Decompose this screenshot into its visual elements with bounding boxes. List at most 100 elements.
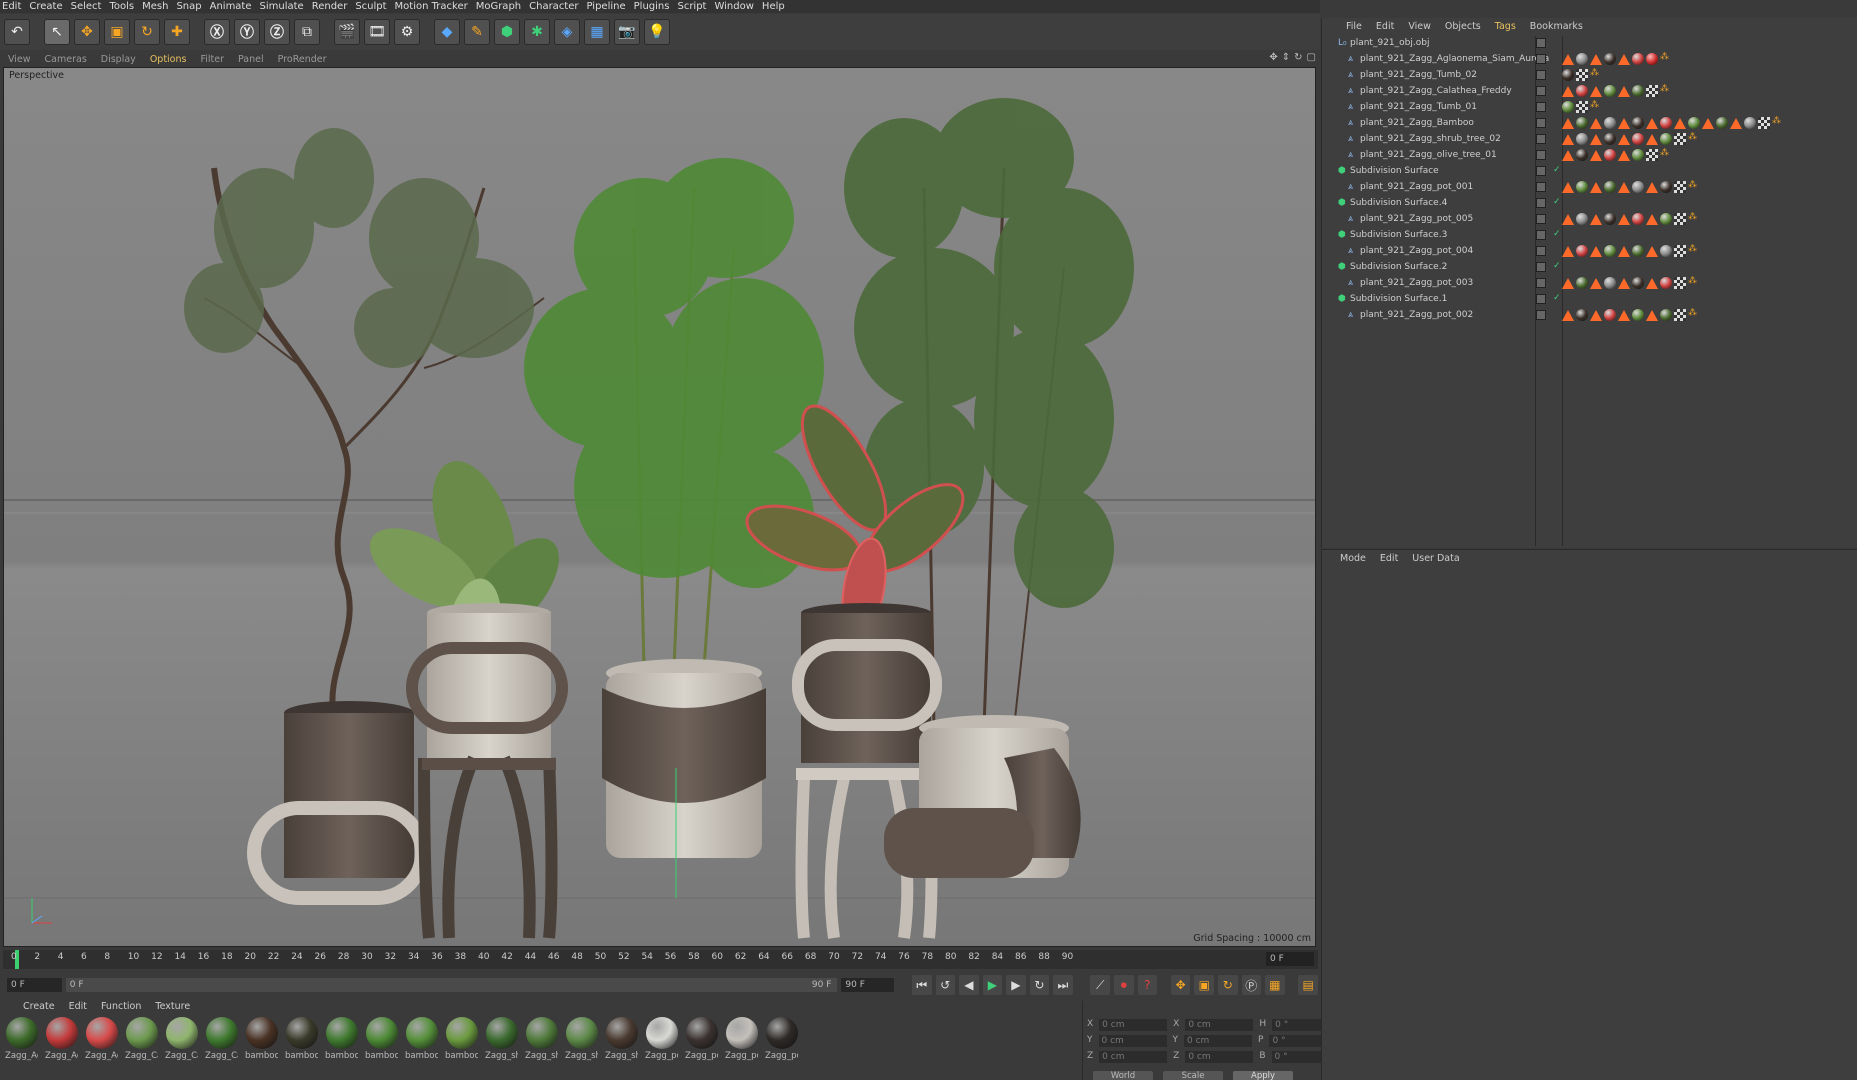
material-swatch[interactable]: Zagg_Ag: [45, 1017, 78, 1077]
goto-start-icon[interactable]: ⏮: [912, 975, 932, 995]
menu-item-tools[interactable]: Tools: [109, 0, 142, 13]
material-swatch[interactable]: Zagg_sh: [485, 1017, 518, 1077]
coordinate-system-icon[interactable]: ⧉: [294, 19, 320, 45]
object-menu-view[interactable]: View: [1408, 21, 1431, 32]
menu-item-mesh[interactable]: Mesh: [142, 0, 176, 13]
visibility-toggle[interactable]: [1536, 102, 1546, 112]
material-swatch[interactable]: bamboo: [365, 1017, 398, 1077]
zoom-icon[interactable]: ⇕: [1282, 52, 1290, 63]
uvw-tag-icon[interactable]: [1758, 117, 1770, 129]
menu-item-animate[interactable]: Animate: [210, 0, 260, 13]
material-tag-icon[interactable]: [1660, 309, 1672, 321]
material-tag-icon[interactable]: [1604, 245, 1616, 257]
phong-tag-icon[interactable]: [1590, 182, 1602, 193]
object-row[interactable]: ⩓ plant_921_Zagg_Tumb_02 ⁂: [1322, 68, 1857, 84]
phong-tag-icon[interactable]: [1646, 310, 1658, 321]
perspective-viewport[interactable]: Perspective Grid Spacing : 10000 cm: [3, 67, 1316, 947]
prev-frame-icon[interactable]: ◀: [959, 975, 979, 995]
deformer-icon[interactable]: ◈: [554, 19, 580, 45]
material-tag-icon[interactable]: [1576, 213, 1588, 225]
phong-tag-icon[interactable]: [1590, 134, 1602, 145]
menu-item-sculpt[interactable]: Sculpt: [355, 0, 394, 13]
object-name[interactable]: plant_921_Zagg_Tumb_02: [1360, 70, 1477, 80]
material-tag-icon[interactable]: [1604, 181, 1616, 193]
material-tag-icon[interactable]: [1576, 181, 1588, 193]
object-row[interactable]: ⩓ plant_921_Zagg_pot_004 ⁂: [1322, 244, 1857, 260]
viewport-menu-options[interactable]: Options: [150, 54, 187, 65]
object-row[interactable]: ⬢ Subdivision Surface ✓: [1322, 164, 1857, 180]
material-swatch[interactable]: Zagg_Ca: [165, 1017, 198, 1077]
uvw-tag-icon[interactable]: [1674, 277, 1686, 289]
visibility-toggle[interactable]: [1536, 294, 1546, 304]
timeline-ruler[interactable]: 0 F 0 2 4 6 8 10 12 14 16 18 20 22 24 26 28 30 32 34 36 38 4…: [3, 950, 1318, 969]
object-name[interactable]: Subdivision Surface.4: [1350, 198, 1447, 208]
material-menu-texture[interactable]: Texture: [155, 1001, 190, 1015]
material-tag-icon[interactable]: [1562, 69, 1574, 81]
material-tag-icon[interactable]: [1632, 117, 1644, 129]
uvw-tag-icon[interactable]: [1646, 85, 1658, 97]
material-swatch[interactable]: Zagg_po: [725, 1017, 758, 1077]
selection-tag-icon[interactable]: ⁂: [1688, 213, 1697, 222]
subdivision-surface-icon[interactable]: ⬢: [494, 19, 520, 45]
phong-tag-icon[interactable]: [1590, 278, 1602, 289]
visibility-toggle[interactable]: [1536, 310, 1546, 320]
visibility-toggle[interactable]: [1536, 38, 1546, 48]
selection-tag-icon[interactable]: ⁂: [1590, 69, 1599, 78]
orbit-icon[interactable]: ↻: [1294, 52, 1302, 63]
material-tag-icon[interactable]: [1562, 101, 1574, 113]
enabled-check-icon[interactable]: ✓: [1553, 229, 1561, 239]
phong-tag-icon[interactable]: [1562, 54, 1574, 65]
menu-item-character[interactable]: Character: [529, 0, 586, 13]
object-row[interactable]: ⩓ plant_921_Zagg_pot_005 ⁂: [1322, 212, 1857, 228]
object-name[interactable]: Subdivision Surface.1: [1350, 294, 1447, 304]
material-swatch[interactable]: bamboo: [405, 1017, 438, 1077]
material-tag-icon[interactable]: [1660, 117, 1672, 129]
phong-tag-icon[interactable]: [1646, 182, 1658, 193]
material-swatch[interactable]: Zagg_po: [765, 1017, 798, 1077]
material-tag-icon[interactable]: [1716, 117, 1728, 129]
coord-mode-dropdown[interactable]: Scale: [1163, 1071, 1223, 1080]
phong-tag-icon[interactable]: [1562, 134, 1574, 145]
phong-tag-icon[interactable]: [1590, 214, 1602, 225]
material-menu-create[interactable]: Create: [23, 1001, 55, 1015]
material-swatch[interactable]: Zagg_Ca: [205, 1017, 238, 1077]
menu-item-help[interactable]: Help: [762, 0, 793, 13]
menu-item-snap[interactable]: Snap: [176, 0, 209, 13]
object-name[interactable]: Subdivision Surface: [1350, 166, 1439, 176]
object-name[interactable]: Subdivision Surface.3: [1350, 230, 1447, 240]
object-row[interactable]: ⩓ plant_921_Zagg_pot_003 ⁂: [1322, 276, 1857, 292]
material-tag-icon[interactable]: [1632, 309, 1644, 321]
visibility-toggle[interactable]: [1536, 198, 1546, 208]
uvw-tag-icon[interactable]: [1646, 149, 1658, 161]
menu-item-simulate[interactable]: Simulate: [260, 0, 312, 13]
enabled-check-icon[interactable]: ✓: [1553, 197, 1561, 207]
menu-item-edit[interactable]: Edit: [2, 0, 29, 13]
uvw-tag-icon[interactable]: [1674, 181, 1686, 193]
coord-value-field[interactable]: 0 cm: [1099, 1019, 1168, 1031]
material-tag-icon[interactable]: [1646, 53, 1658, 65]
phong-tag-icon[interactable]: [1646, 214, 1658, 225]
material-tag-icon[interactable]: [1604, 117, 1616, 129]
material-tag-icon[interactable]: [1576, 149, 1588, 161]
key-point-icon[interactable]: ▦: [1265, 975, 1285, 995]
material-swatch[interactable]: Zagg_Ag: [5, 1017, 38, 1077]
uvw-tag-icon[interactable]: [1674, 309, 1686, 321]
material-tag-icon[interactable]: [1632, 85, 1644, 97]
pan-icon[interactable]: ✥: [1269, 52, 1277, 63]
phong-tag-icon[interactable]: [1590, 310, 1602, 321]
viewport-menu-prorender[interactable]: ProRender: [278, 54, 327, 65]
material-tag-icon[interactable]: [1604, 213, 1616, 225]
object-name[interactable]: Subdivision Surface.2: [1350, 262, 1447, 272]
start-frame-field[interactable]: 0 F: [7, 978, 62, 992]
x-axis-lock-icon[interactable]: Ⓧ: [204, 19, 230, 45]
object-row[interactable]: ⩓ plant_921_Zagg_pot_002 ⁂: [1322, 308, 1857, 324]
phong-tag-icon[interactable]: [1674, 118, 1686, 129]
autokey-icon[interactable]: ?: [1137, 975, 1158, 995]
goto-end-icon[interactable]: ⏭: [1053, 975, 1073, 995]
material-tag-icon[interactable]: [1744, 117, 1756, 129]
selection-tag-icon[interactable]: ⁂: [1688, 133, 1697, 142]
phong-tag-icon[interactable]: [1562, 86, 1574, 97]
object-name[interactable]: plant_921_Zagg_shrub_tree_02: [1360, 134, 1501, 144]
object-name[interactable]: plant_921_Zagg_pot_003: [1360, 278, 1473, 288]
camera-icon[interactable]: 📷: [614, 19, 640, 45]
